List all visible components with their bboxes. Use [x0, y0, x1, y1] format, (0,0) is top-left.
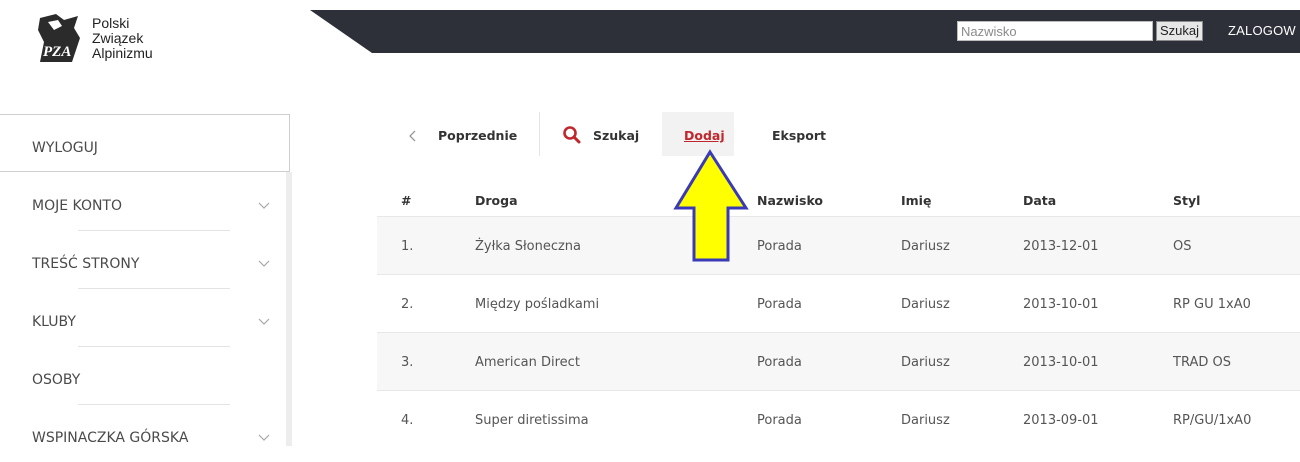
column-header-first-name[interactable]: Imię — [901, 193, 931, 208]
cell-date: 2013-09-01 — [1023, 413, 1099, 428]
cell-number: 3. — [401, 355, 414, 370]
table-row[interactable]: 1. Żyłka Słoneczna Porada Dariusz 2013-1… — [377, 216, 1300, 274]
cell-number: 1. — [401, 239, 414, 254]
chevron-down-icon — [258, 202, 270, 209]
export-button[interactable]: Eksport — [754, 112, 826, 156]
cell-route: Między pośladkami — [475, 297, 600, 312]
previous-label: Poprzednie — [438, 128, 518, 143]
sidebar-item-my-account[interactable]: MOJE KONTO — [0, 172, 290, 230]
table-row[interactable]: 3. American Direct Porada Dariusz 2013-1… — [377, 332, 1300, 390]
chevron-down-icon — [258, 260, 270, 267]
cell-number: 4. — [401, 413, 414, 428]
cell-date: 2013-10-01 — [1023, 355, 1099, 370]
sidebar-item-label: MOJE KONTO — [32, 198, 123, 214]
sidebar-item-label: KLUBY — [32, 314, 76, 330]
cell-surname: Porada — [757, 413, 802, 428]
login-link[interactable]: ZALOGOW — [1228, 23, 1296, 38]
cell-style: TRAD OS — [1173, 355, 1231, 370]
cell-style: RP GU 1xA0 — [1173, 297, 1251, 312]
add-label: Dodaj — [684, 128, 725, 143]
record-toolbar: Poprzednie Szukaj Dodaj Eksport — [392, 112, 852, 158]
sidebar-item-logout[interactable]: WYLOGUJ — [0, 114, 290, 172]
sidebar: WYLOGUJ MOJE KONTO TREŚĆ STRONY KLUBY OS… — [0, 114, 292, 446]
cell-number: 2. — [401, 297, 414, 312]
logo-line: Alpinizmu — [92, 45, 153, 61]
cell-route: Super diretissima — [475, 413, 589, 428]
column-header-route[interactable]: Droga — [475, 193, 518, 208]
search-toggle-label: Szukaj — [593, 128, 640, 143]
logo-text: Polski Związek Alpinizmu — [92, 16, 153, 61]
sidebar-item-page-content[interactable]: TREŚĆ STRONY — [0, 230, 290, 288]
cell-date: 2013-12-01 — [1023, 239, 1099, 254]
chevron-left-icon — [409, 130, 416, 142]
export-label: Eksport — [772, 128, 826, 143]
cell-style: OS — [1173, 239, 1192, 254]
sidebar-item-persons[interactable]: OSOBY — [0, 346, 290, 404]
up-arrow-annotation-icon — [673, 149, 749, 262]
cell-route: American Direct — [475, 355, 580, 370]
cell-first-name: Dariusz — [901, 239, 950, 254]
column-header-surname[interactable]: Nazwisko — [757, 193, 823, 208]
pza-logo-mark: PZA — [38, 14, 80, 62]
search-button[interactable]: Szukaj — [1156, 21, 1204, 41]
previous-button[interactable]: Poprzednie — [392, 112, 538, 156]
column-header-number[interactable]: # — [401, 193, 411, 208]
chevron-down-icon — [258, 318, 270, 325]
cell-style: RP/GU/1xA0 — [1173, 413, 1252, 428]
sidebar-item-label: TREŚĆ STRONY — [32, 256, 140, 272]
sidebar-item-clubs[interactable]: KLUBY — [0, 288, 290, 346]
logo-line: Związek — [92, 30, 144, 46]
top-bar: Szukaj ZALOGOW — [310, 10, 1300, 53]
cell-surname: Porada — [757, 355, 802, 370]
chevron-down-icon — [258, 434, 270, 441]
table-row[interactable]: 2. Między pośladkami Porada Dariusz 2013… — [377, 274, 1300, 332]
sidebar-item-label: WYLOGUJ — [32, 140, 98, 156]
pza-logo[interactable]: PZA Polski Związek Alpinizmu — [34, 12, 234, 72]
search-icon — [563, 126, 581, 144]
surname-search-input[interactable] — [957, 21, 1153, 41]
toolbar-divider — [539, 112, 540, 156]
cell-date: 2013-10-01 — [1023, 297, 1099, 312]
sidebar-item-label: WSPINACZKA GÓRSKA — [32, 430, 189, 446]
column-header-style[interactable]: Styl — [1173, 193, 1200, 208]
sidebar-scroll-rail[interactable] — [286, 172, 292, 446]
cell-route: Żyłka Słoneczna — [475, 239, 582, 254]
sidebar-item-label: OSOBY — [32, 372, 81, 388]
cell-surname: Porada — [757, 297, 802, 312]
svg-text:PZA: PZA — [43, 44, 71, 60]
cell-first-name: Dariusz — [901, 355, 950, 370]
table-row[interactable]: 4. Super diretissima Porada Dariusz 2013… — [377, 390, 1300, 448]
cell-first-name: Dariusz — [901, 297, 950, 312]
cell-surname: Porada — [757, 239, 802, 254]
search-toggle-button[interactable]: Szukaj — [560, 112, 650, 156]
cell-first-name: Dariusz — [901, 413, 950, 428]
logo-line: Polski — [92, 15, 130, 31]
column-header-date[interactable]: Data — [1023, 193, 1056, 208]
sidebar-item-mountain-climbing[interactable]: WSPINACZKA GÓRSKA — [0, 404, 290, 462]
